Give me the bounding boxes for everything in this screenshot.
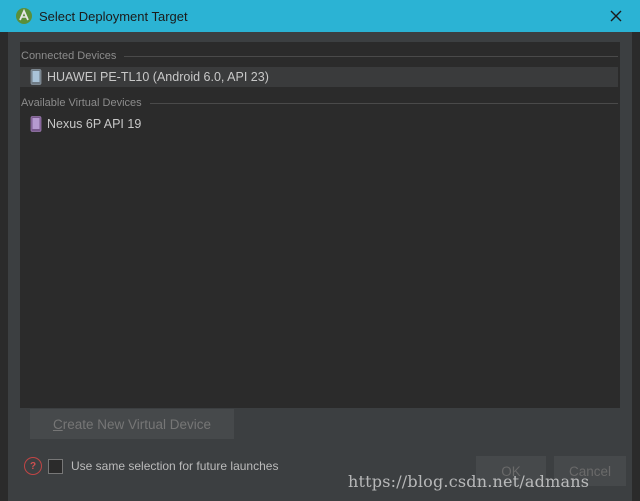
android-studio-icon (15, 7, 33, 25)
device-list[interactable]: Connected Devices HUAWEI PE-TL10 (Androi… (20, 42, 620, 408)
device-row-nexus-6p[interactable]: Nexus 6P API 19 (20, 114, 618, 134)
close-icon (610, 10, 622, 22)
title-bar: Select Deployment Target (0, 0, 640, 32)
dialog-footer: ? Use same selection for future launches (24, 456, 278, 476)
same-selection-checkbox[interactable] (48, 458, 63, 474)
window-title: Select Deployment Target (39, 8, 188, 24)
close-button[interactable] (606, 6, 626, 26)
create-button-label: reate New Virtual Device (62, 416, 212, 432)
watermark-text: https://blog.csdn.net/admans (348, 472, 590, 491)
virtual-devices-header: Available Virtual Devices (20, 94, 620, 112)
help-icon[interactable]: ? (24, 457, 42, 475)
section-divider (124, 55, 618, 57)
same-selection-label: Use same selection for future launches (71, 459, 279, 473)
dialog-body: Connected Devices HUAWEI PE-TL10 (Androi… (8, 32, 632, 501)
virtual-devices-label: Available Virtual Devices (21, 97, 142, 109)
create-virtual-device-button[interactable]: Create New Virtual Device (30, 409, 234, 439)
connected-devices-header: Connected Devices (20, 47, 620, 65)
section-divider (149, 102, 618, 104)
virtual-device-icon (30, 116, 42, 132)
device-row-huawei[interactable]: HUAWEI PE-TL10 (Android 6.0, API 23) (20, 67, 618, 87)
create-button-mnemonic: C (52, 416, 63, 432)
device-label: Nexus 6P API 19 (47, 117, 142, 131)
connected-devices-label: Connected Devices (21, 50, 117, 62)
device-label: HUAWEI PE-TL10 (Android 6.0, API 23) (47, 70, 269, 84)
physical-phone-icon (30, 69, 42, 85)
